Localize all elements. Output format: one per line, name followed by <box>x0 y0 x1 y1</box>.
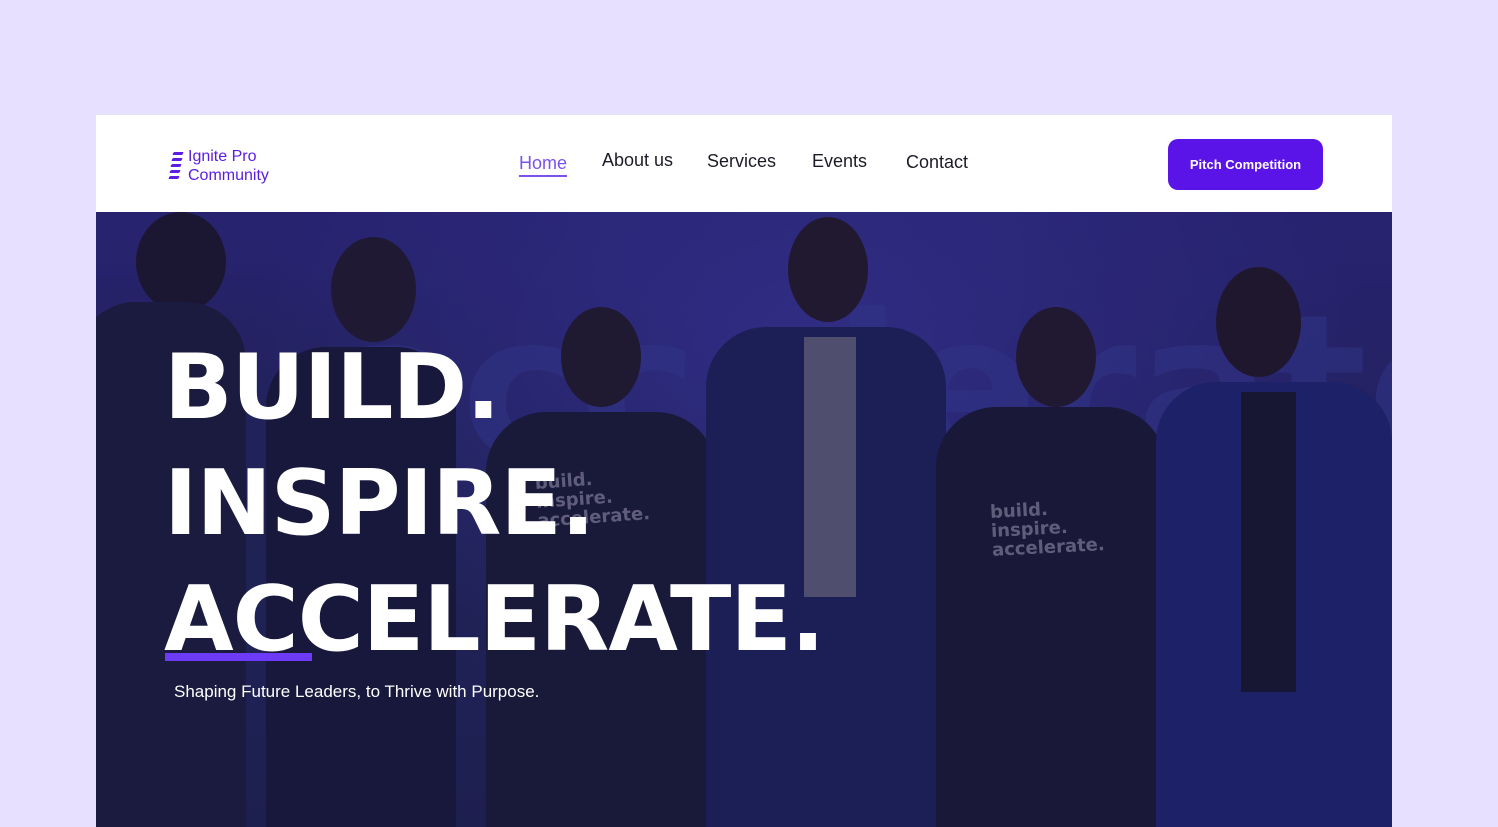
nav-about-us[interactable]: About us <box>602 150 673 171</box>
nav-contact[interactable]: Contact <box>906 152 968 173</box>
nav-events[interactable]: Events <box>812 151 867 172</box>
headline-line-build: BUILD. <box>164 335 500 440</box>
nav-home[interactable]: Home <box>519 151 568 177</box>
hero-section: accelerate build.inspire.accelerate. <box>96 212 1392 827</box>
page-frame: Ignite Pro Community Home About us Servi… <box>96 115 1392 827</box>
top-navbar: Ignite Pro Community Home About us Servi… <box>96 115 1392 212</box>
headline-line-inspire: INSPIRE. <box>164 451 595 556</box>
headline-accent-bar <box>165 653 312 661</box>
hero-headline: BUILD. INSPIRE. ACCELERATE. <box>164 330 825 678</box>
pitch-competition-button[interactable]: Pitch Competition <box>1168 139 1323 190</box>
nav-services[interactable]: Services <box>707 151 776 172</box>
hero-tagline: Shaping Future Leaders, to Thrive with P… <box>174 682 540 701</box>
